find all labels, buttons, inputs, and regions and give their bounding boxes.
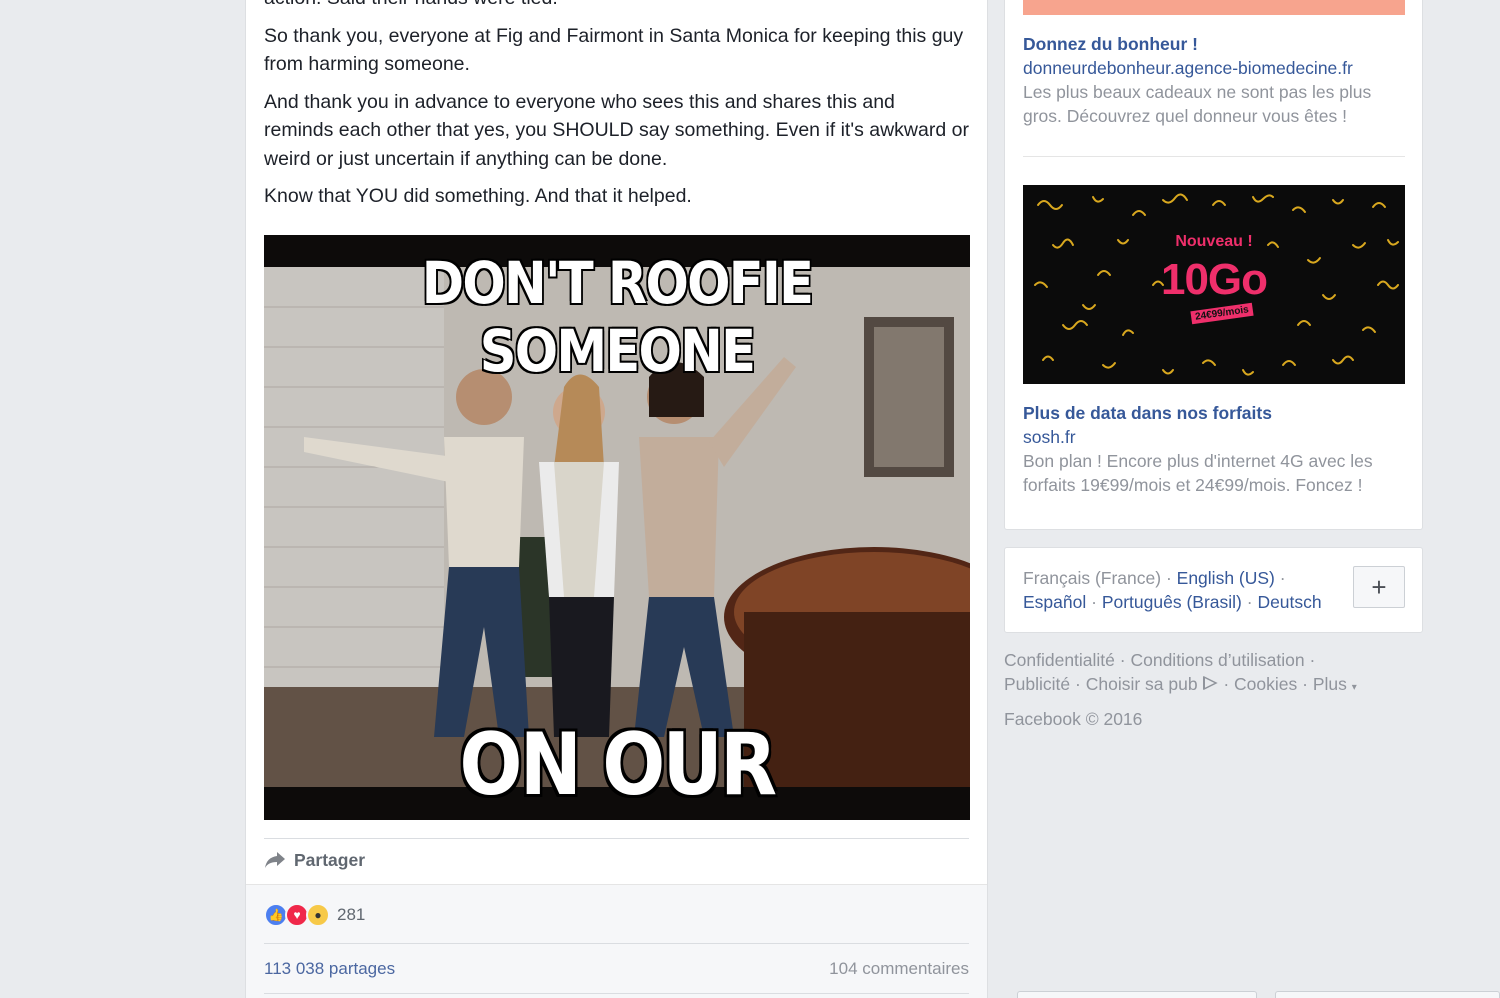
copyright: Facebook © 2016 [1004,709,1143,729]
post-photo[interactable]: DON'T ROOFIE SOMEONE ON OUR WATCH! [264,235,970,820]
ad-title[interactable]: Donnez du bonheur ! [1023,34,1198,55]
post-card: action. Said their hands were tied. So t… [245,0,988,998]
divider [264,943,969,944]
language-link-portuguese[interactable]: Português (Brasil) [1102,592,1242,612]
ad-image[interactable]: Nouveau ! 10Go 24€99/mois [1023,185,1405,384]
meme-bottom-caption: ON OUR WATCH! [459,715,778,820]
ad-image-banner[interactable] [1023,0,1405,15]
post-paragraph: Know that YOU did something. And that it… [264,185,692,207]
post-feedback: 👍 ♥ ● 281 113 038 partages 104 commentai… [246,884,987,998]
privacy-link[interactable]: Confidentialité [1004,650,1115,670]
divider [264,993,969,994]
adchoices-link[interactable]: Choisir sa pub [1086,674,1198,694]
divider [1023,156,1405,157]
more-link[interactable]: Plus ▾ [1313,674,1357,694]
reactions-summary[interactable]: 👍 ♥ ● 281 [264,903,365,927]
caret-down-icon: ▾ [1351,682,1357,693]
cookies-link[interactable]: Cookies [1234,674,1297,694]
post-body: action. Said their hands were tied. So t… [264,0,969,220]
chat-tab[interactable] [1275,991,1500,998]
shares-count-link[interactable]: 113 038 partages [264,959,395,979]
language-list: Français (France) · English (US) · Españ… [1023,568,1322,612]
share-button[interactable]: Partager [264,847,365,873]
share-label: Partager [294,849,366,870]
adchoices-icon [1203,675,1219,691]
chat-tab[interactable] [1017,991,1257,998]
advertising-link[interactable]: Publicité [1004,674,1070,694]
divider [264,838,969,839]
ad-description: Bon plan ! Encore plus d'internet 4G ave… [1023,451,1373,495]
ad-domain[interactable]: donneurdebonheur.agence-biomedecine.fr [1023,58,1353,79]
post-paragraph: So thank you, everyone at Fig and Fairmo… [264,24,964,76]
share-arrow-icon [265,852,285,868]
ad-image-tagline: Nouveau ! [1175,233,1253,250]
terms-link[interactable]: Conditions d’utilisation [1130,650,1304,670]
reaction-count: 281 [337,905,366,924]
comments-count[interactable]: 104 commentaires [829,959,969,979]
more-label: Plus [1312,674,1347,694]
add-language-button[interactable]: + [1353,566,1405,608]
language-link-german[interactable]: Deutsch [1257,592,1321,612]
footer-links: Confidentialité · Conditions d’utilisati… [1004,648,1424,731]
language-link-spanish[interactable]: Español [1023,592,1086,612]
post-paragraph: action. Said their hands were tied. [264,0,969,13]
current-language: Français (France) [1023,568,1162,588]
language-link-english[interactable]: English (US) [1177,568,1275,588]
ad-domain[interactable]: sosh.fr [1023,427,1076,448]
language-selector: Français (France) · English (US) · Españ… [1004,547,1423,633]
sponsored-ads: Donnez du bonheur ! donneurdebonheur.age… [1004,0,1423,530]
meme-top-caption: DON'T ROOFIE SOMEONE [421,249,814,385]
wow-icon: ● [306,903,330,927]
ad-image-headline: 10Go [1160,255,1268,304]
ad-title[interactable]: Plus de data dans nos forfaits [1023,403,1272,424]
post-paragraph: And thank you in advance to everyone who… [264,90,969,170]
ad-description: Les plus beaux cadeaux ne sont pas les p… [1023,82,1372,126]
